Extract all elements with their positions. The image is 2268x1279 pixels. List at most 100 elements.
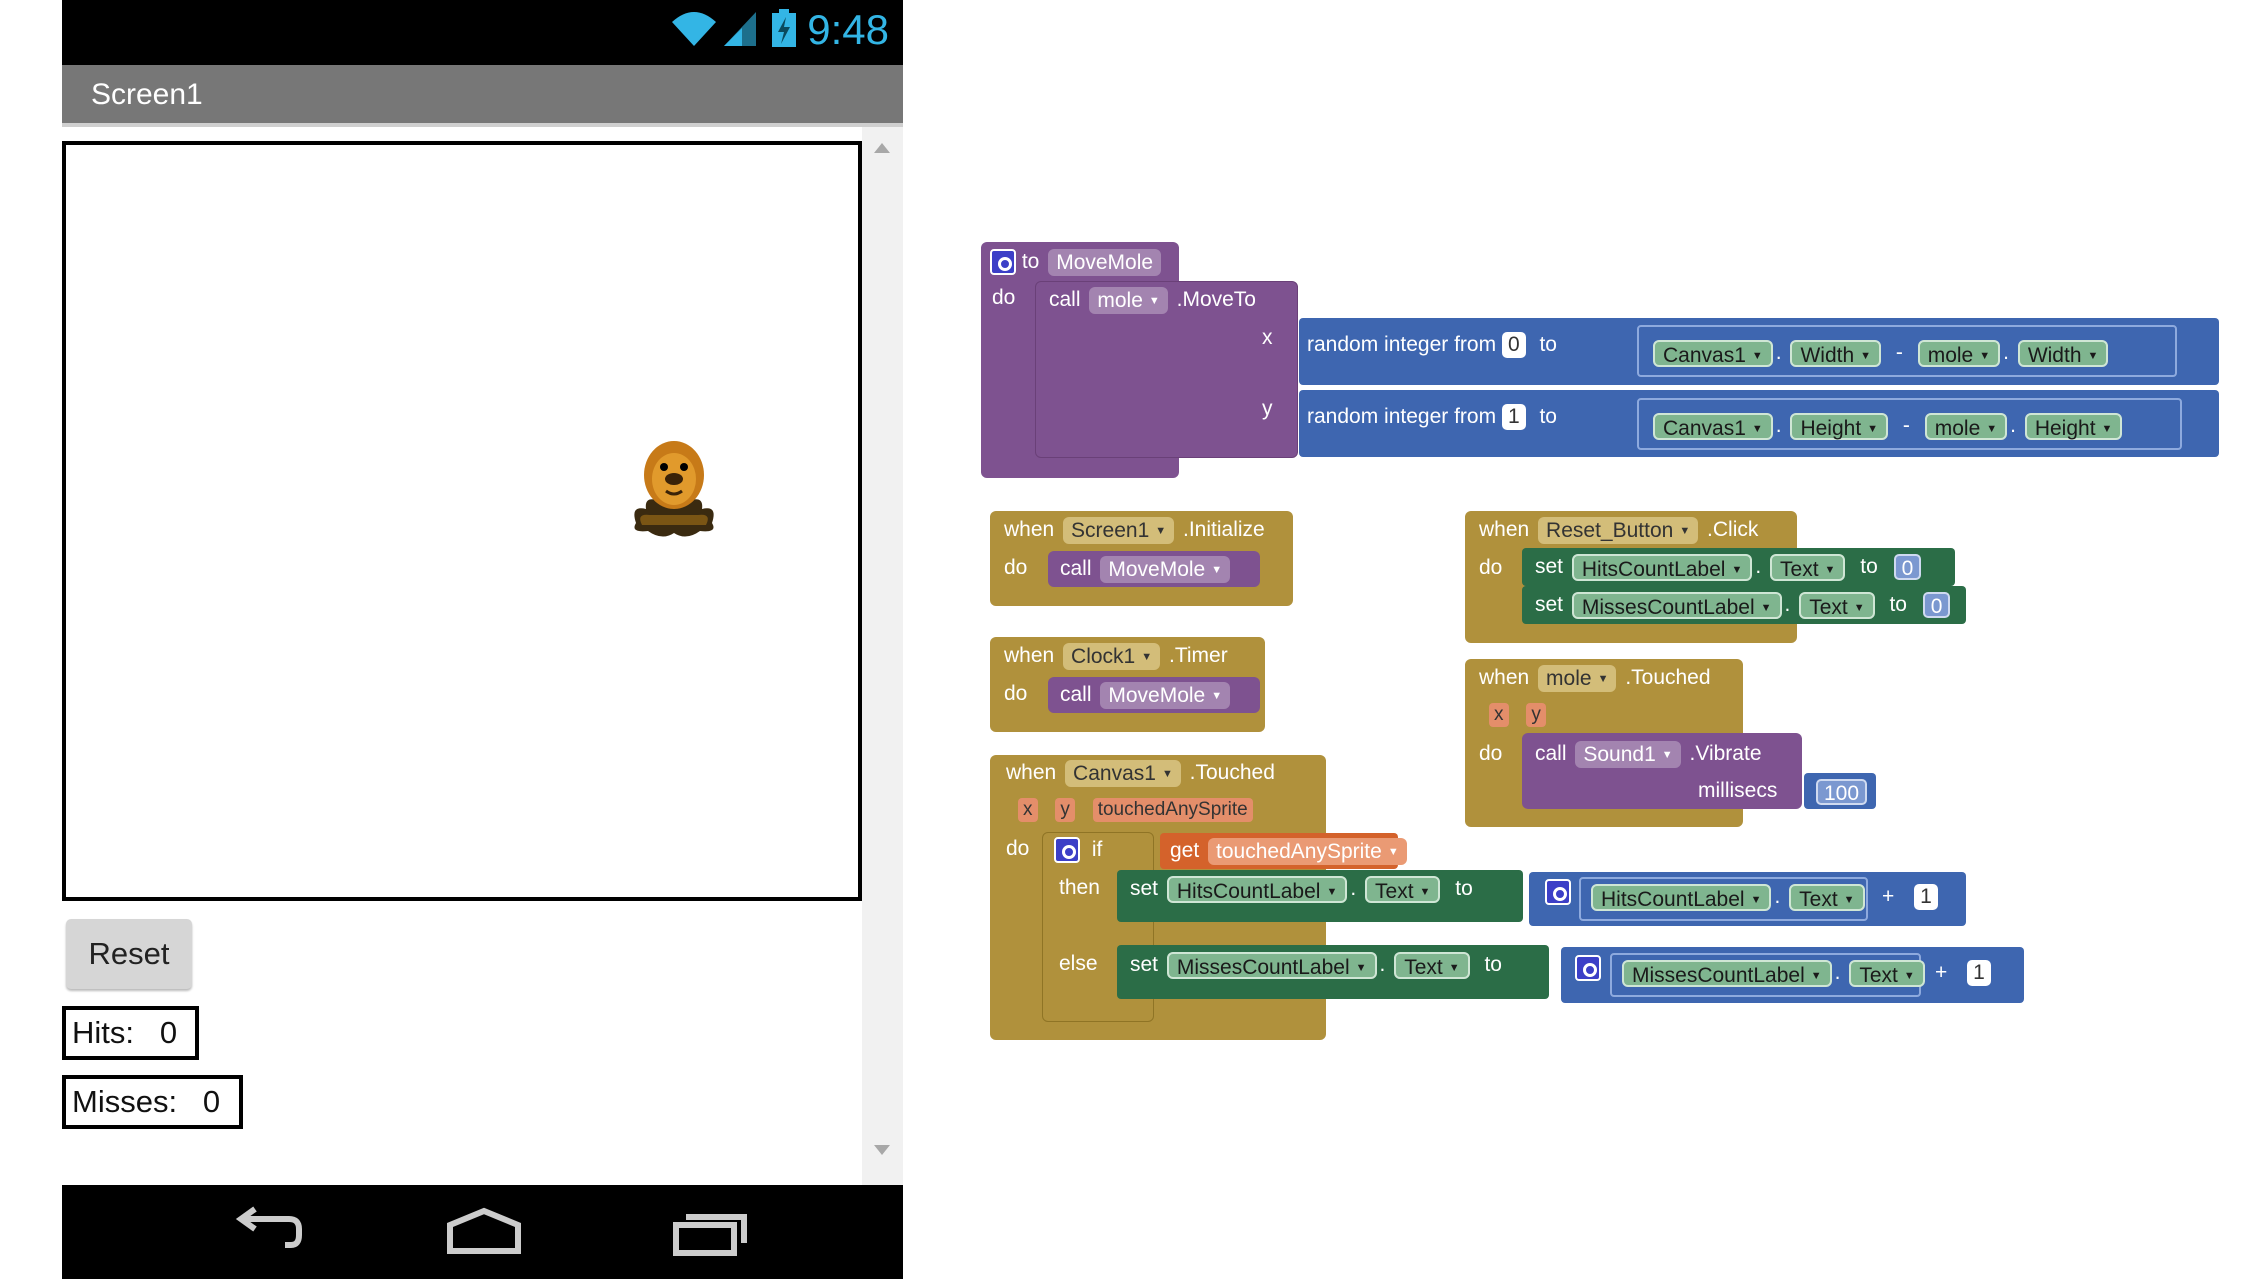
phone-emulator: 9:48 Screen1 Reset Hits: 0 Misses: 0 (62, 0, 903, 1279)
label-component-dropdown[interactable]: HitsCountLabel ▼ (1166, 875, 1348, 903)
set-keyword: set (1130, 877, 1159, 900)
mutator-gear-icon[interactable] (1054, 837, 1080, 864)
procedure-name-field[interactable]: MoveMole (1048, 248, 1162, 276)
do-keyword: do (992, 286, 1016, 309)
property-dropdown[interactable]: Text ▼ (1394, 951, 1470, 979)
event-name: .Click (1707, 518, 1759, 541)
navigation-bar (62, 1185, 903, 1279)
mole-component-dropdown[interactable]: mole ▼ (1924, 412, 2008, 440)
minus-operator: - (1902, 414, 1910, 437)
set-keyword: set (1535, 555, 1564, 578)
recent-apps-icon[interactable] (670, 1205, 750, 1259)
if-keyword: if (1091, 838, 1103, 861)
property-dropdown[interactable]: Text ▼ (1849, 959, 1925, 987)
wifi-icon (672, 12, 716, 46)
back-icon[interactable] (227, 1205, 307, 1259)
misses-count-label: Misses: 0 (62, 1075, 243, 1129)
mutator-gear-icon[interactable] (1545, 879, 1571, 906)
y-arg-label: y (1262, 397, 1273, 420)
param-x[interactable]: x (1489, 703, 1509, 728)
do-keyword: do (1479, 556, 1503, 579)
property-dropdown[interactable]: Text ▼ (1789, 883, 1865, 911)
status-time: 9:48 (807, 6, 889, 53)
to-keyword: to (1455, 877, 1473, 900)
when-keyword: when (1006, 761, 1057, 784)
status-bar: 9:48 (62, 0, 903, 65)
to-keyword: to (1889, 593, 1907, 616)
reset-button[interactable]: Reset (66, 919, 192, 989)
scroll-up-arrow-icon[interactable] (874, 143, 890, 153)
to-keyword: to (1484, 953, 1502, 976)
do-keyword: do (1006, 837, 1030, 860)
increment-number[interactable]: 1 (1967, 960, 1991, 987)
property-dropdown[interactable]: Text ▼ (1770, 553, 1846, 581)
property-dropdown[interactable]: Text ▼ (1799, 591, 1875, 619)
property-dropdown[interactable]: Height ▼ (1790, 412, 1889, 440)
component-dropdown[interactable]: Screen1 ▼ (1063, 516, 1175, 544)
plus-operator: + (1935, 961, 1948, 984)
set-keyword: set (1130, 953, 1159, 976)
component-dropdown[interactable]: Reset_Button ▼ (1538, 516, 1699, 544)
property-dropdown[interactable]: Height ▼ (2024, 412, 2123, 440)
vertical-scrollbar[interactable] (862, 127, 903, 1185)
canvas-component-dropdown[interactable]: Canvas1 ▼ (1653, 412, 1773, 440)
from-number[interactable]: 0 (1501, 332, 1526, 359)
scroll-down-arrow-icon[interactable] (874, 1145, 890, 1155)
random-integer-label: random integer from (1307, 333, 1497, 356)
call-keyword: call (1060, 557, 1092, 580)
mole-component-dropdown[interactable]: mole ▼ (1917, 339, 2001, 367)
variable-dropdown[interactable]: touchedAnySprite ▼ (1208, 837, 1407, 865)
do-keyword: do (1479, 742, 1503, 765)
component-dropdown[interactable]: Clock1 ▼ (1063, 642, 1161, 670)
component-dropdown[interactable]: Canvas1 ▼ (1065, 759, 1181, 787)
component-dropdown[interactable]: Sound1 ▼ (1575, 740, 1681, 768)
param-y[interactable]: y (1526, 703, 1546, 728)
to-keyword: to (1021, 250, 1040, 273)
procedure-dropdown[interactable]: MoveMole ▼ (1100, 555, 1231, 583)
signal-icon (724, 12, 756, 46)
component-dropdown[interactable]: mole ▼ (1089, 286, 1168, 314)
value-number[interactable]: 0 (1922, 592, 1951, 619)
plus-operator: + (1882, 885, 1895, 908)
param-x[interactable]: x (1018, 798, 1038, 823)
call-keyword: call (1535, 742, 1567, 765)
mole-sprite[interactable] (626, 435, 722, 541)
do-keyword: do (1004, 682, 1028, 705)
to-keyword: to (1860, 555, 1878, 578)
label-component-dropdown[interactable]: MissesCountLabel ▼ (1571, 591, 1782, 619)
property-dropdown[interactable]: Width ▼ (1790, 339, 1882, 367)
home-icon[interactable] (444, 1205, 524, 1259)
call-keyword: call (1060, 683, 1092, 706)
event-name: .Touched (1625, 666, 1711, 689)
blocks-workspace[interactable]: to MoveMole do call mole ▼ .MoveTo x y ra… (960, 0, 2268, 1279)
method-name: .MoveTo (1176, 288, 1256, 311)
set-keyword: set (1535, 593, 1564, 616)
property-dropdown[interactable]: Text ▼ (1365, 875, 1441, 903)
label-component-dropdown[interactable]: MissesCountLabel ▼ (1166, 951, 1377, 979)
minus-operator: - (1895, 341, 1903, 364)
increment-number[interactable]: 1 (1914, 884, 1938, 911)
label-component-dropdown[interactable]: HitsCountLabel ▼ (1591, 883, 1772, 911)
else-keyword: else (1059, 952, 1098, 975)
millisecs-number[interactable]: 100 (1816, 779, 1868, 806)
param-y[interactable]: y (1055, 798, 1075, 823)
canvas-component-dropdown[interactable]: Canvas1 ▼ (1653, 339, 1773, 367)
mutator-gear-icon[interactable] (990, 249, 1016, 276)
millisecs-arg-label: millisecs (1698, 779, 1778, 802)
property-dropdown[interactable]: Width ▼ (2017, 339, 2109, 367)
event-name: .Touched (1189, 761, 1275, 784)
label-component-dropdown[interactable]: MissesCountLabel ▼ (1622, 959, 1832, 987)
component-dropdown[interactable]: mole ▼ (1538, 664, 1617, 692)
game-canvas[interactable] (62, 141, 862, 901)
call-keyword: call (1049, 288, 1081, 311)
mutator-gear-icon[interactable] (1575, 955, 1601, 982)
label-component-dropdown[interactable]: HitsCountLabel ▼ (1571, 553, 1753, 581)
get-keyword: get (1170, 839, 1200, 862)
from-number[interactable]: 1 (1501, 404, 1526, 431)
hits-count-label: Hits: 0 (62, 1006, 199, 1060)
value-number[interactable]: 0 (1893, 554, 1922, 581)
event-name: .Timer (1168, 644, 1228, 667)
param-touchedanysprite[interactable]: touchedAnySprite (1092, 798, 1253, 823)
title-bar: Screen1 (62, 65, 903, 127)
procedure-dropdown[interactable]: MoveMole ▼ (1100, 681, 1231, 709)
